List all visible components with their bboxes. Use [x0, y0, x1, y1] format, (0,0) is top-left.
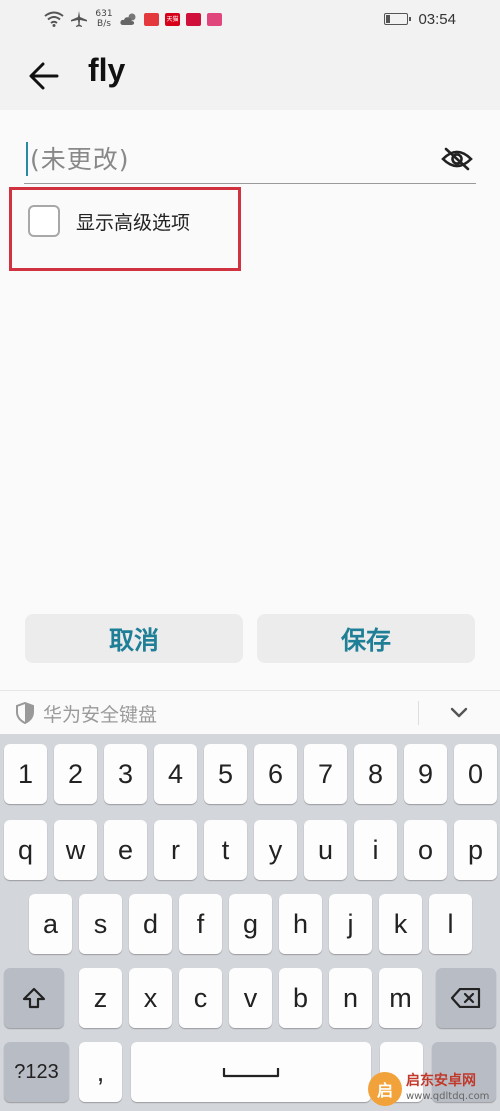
password-placeholder: (未更改) — [30, 145, 130, 174]
app-bar: fly — [0, 38, 500, 110]
advanced-options-checkbox[interactable] — [28, 205, 60, 237]
app-icon-4 — [207, 12, 222, 26]
status-icons-left: 631 B/s 天猫 — [44, 6, 222, 32]
key-j[interactable]: j — [329, 894, 372, 954]
key-8[interactable]: 8 — [354, 744, 397, 804]
key-n[interactable]: n — [329, 968, 372, 1028]
text-cursor — [26, 142, 28, 176]
chevron-down-icon — [450, 707, 468, 718]
app-icon-3 — [186, 12, 201, 26]
key-6[interactable]: 6 — [254, 744, 297, 804]
shift-key[interactable] — [4, 968, 64, 1028]
keyboard-title: 华为安全键盘 — [43, 704, 158, 726]
key-f[interactable]: f — [179, 894, 222, 954]
key-y[interactable]: y — [254, 820, 297, 880]
watermark-logo-icon: 启 — [368, 1072, 402, 1106]
comma-key[interactable]: , — [79, 1042, 122, 1102]
wifi-icon — [44, 11, 64, 27]
key-t[interactable]: t — [204, 820, 247, 880]
key-3[interactable]: 3 — [104, 744, 147, 804]
space-bar[interactable] — [131, 1042, 371, 1102]
app-icon-tmall: 天猫 — [165, 12, 180, 26]
shield-icon — [16, 702, 34, 724]
symbols-key[interactable]: ?123 — [4, 1042, 69, 1102]
back-button[interactable] — [22, 54, 66, 98]
key-5[interactable]: 5 — [204, 744, 247, 804]
key-7[interactable]: 7 — [304, 744, 347, 804]
status-bar: 631 B/s 天猫 03:54 — [0, 0, 500, 38]
weather-icon — [120, 13, 136, 25]
advanced-options-label: 显示高级选项 — [76, 211, 191, 234]
cancel-button[interactable]: 取消 — [25, 614, 243, 663]
watermark: 启 启东安卓网 www.qdltdq.com — [368, 1069, 498, 1109]
key-d[interactable]: d — [129, 894, 172, 954]
network-edit-form: (未更改) 显示高级选项 取消 保存 — [0, 110, 500, 690]
back-arrow-icon — [29, 62, 59, 90]
password-input[interactable]: (未更改) — [24, 138, 476, 184]
save-button[interactable]: 保存 — [257, 614, 475, 663]
keyboard-header: 华为安全键盘 — [0, 690, 500, 734]
network-speed: 631 B/s — [94, 9, 114, 29]
key-k[interactable]: k — [379, 894, 422, 954]
airplane-mode-icon — [71, 11, 87, 27]
app-icon-1 — [144, 12, 159, 26]
key-2[interactable]: 2 — [54, 744, 97, 804]
key-0[interactable]: 0 — [454, 744, 497, 804]
space-icon — [222, 1068, 280, 1078]
key-v[interactable]: v — [229, 968, 272, 1028]
backspace-icon — [451, 988, 481, 1008]
network-speed-value: 631 — [95, 9, 113, 19]
key-r[interactable]: r — [154, 820, 197, 880]
key-o[interactable]: o — [404, 820, 447, 880]
page-title: fly — [88, 52, 126, 88]
key-h[interactable]: h — [279, 894, 322, 954]
key-4[interactable]: 4 — [154, 744, 197, 804]
watermark-url: www.qdltdq.com — [406, 1091, 490, 1102]
key-p[interactable]: p — [454, 820, 497, 880]
key-w[interactable]: w — [54, 820, 97, 880]
key-l[interactable]: l — [429, 894, 472, 954]
eye-off-icon — [441, 147, 473, 171]
key-9[interactable]: 9 — [404, 744, 447, 804]
toggle-password-visibility-button[interactable] — [440, 142, 474, 176]
key-e[interactable]: e — [104, 820, 147, 880]
key-q[interactable]: q — [4, 820, 47, 880]
advanced-options-row[interactable]: 显示高级选项 — [28, 204, 190, 238]
key-s[interactable]: s — [79, 894, 122, 954]
status-icons-right: 03:54 — [384, 8, 456, 30]
key-c[interactable]: c — [179, 968, 222, 1028]
key-b[interactable]: b — [279, 968, 322, 1028]
network-speed-unit: B/s — [97, 19, 111, 29]
keyboard: 1 2 3 4 5 6 7 8 9 0 q w e r t y u i o p … — [0, 734, 500, 1111]
divider — [418, 701, 419, 725]
key-x[interactable]: x — [129, 968, 172, 1028]
key-1[interactable]: 1 — [4, 744, 47, 804]
shift-arrow-icon — [22, 987, 46, 1009]
key-m[interactable]: m — [379, 968, 422, 1028]
backspace-key[interactable] — [436, 968, 496, 1028]
battery-icon — [384, 13, 412, 25]
key-a[interactable]: a — [29, 894, 72, 954]
key-z[interactable]: z — [79, 968, 122, 1028]
watermark-name: 启东安卓网 — [406, 1073, 476, 1089]
collapse-keyboard-button[interactable] — [444, 699, 474, 727]
key-u[interactable]: u — [304, 820, 347, 880]
key-g[interactable]: g — [229, 894, 272, 954]
clock: 03:54 — [418, 10, 456, 28]
key-i[interactable]: i — [354, 820, 397, 880]
